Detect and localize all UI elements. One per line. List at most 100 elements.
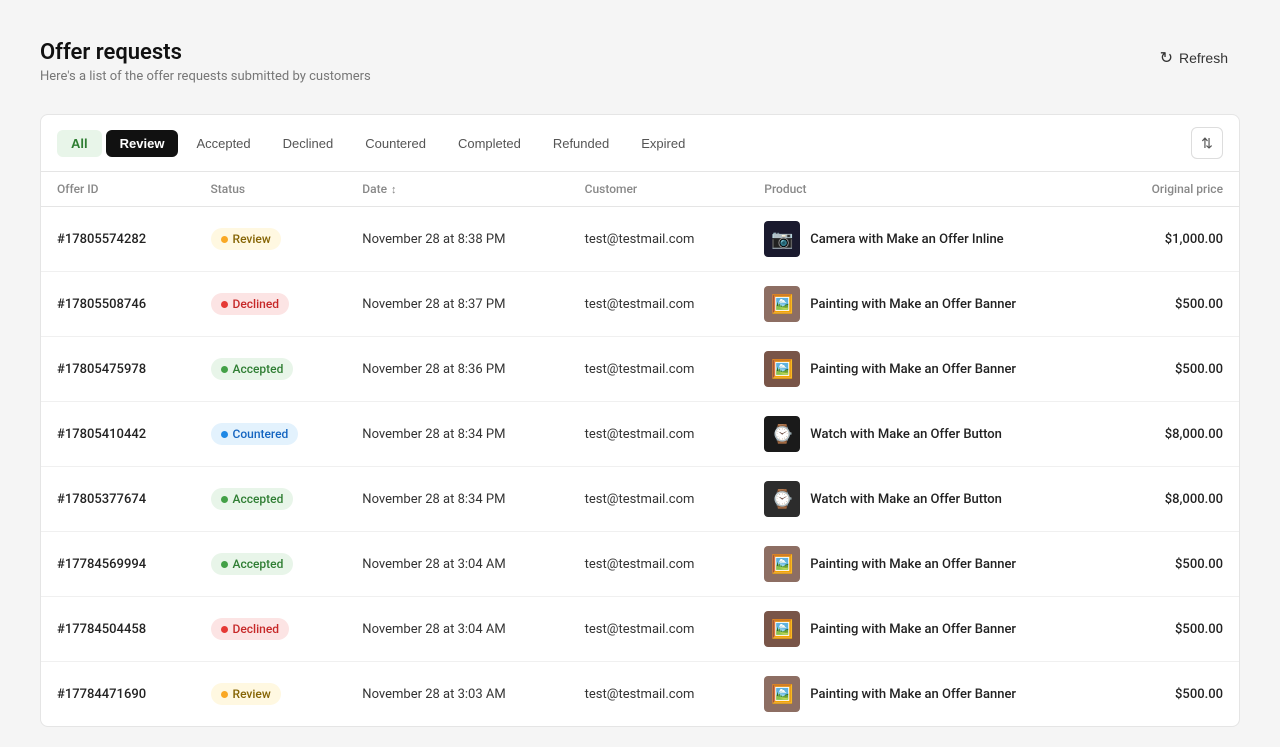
status-badge: Accepted bbox=[211, 553, 294, 575]
price-cell: $1,000.00 bbox=[1108, 207, 1239, 272]
status-dot bbox=[221, 366, 228, 373]
date-cell: November 28 at 3:04 AM bbox=[346, 532, 568, 597]
status-dot bbox=[221, 236, 228, 243]
offer-id-cell: #17805475978 bbox=[41, 337, 195, 402]
col-product: Product bbox=[748, 172, 1108, 207]
tab-completed[interactable]: Completed bbox=[444, 130, 535, 157]
refresh-label: Refresh bbox=[1179, 50, 1228, 66]
offers-table: Offer ID Status Date ↕ Customer Product … bbox=[41, 172, 1239, 726]
price-cell: $500.00 bbox=[1108, 597, 1239, 662]
tab-review[interactable]: Review bbox=[106, 130, 179, 157]
product-name: Watch with Make an Offer Button bbox=[810, 427, 1002, 442]
customer-cell: test@testmail.com bbox=[569, 467, 749, 532]
product-cell: 🖼️ Painting with Make an Offer Banner bbox=[748, 532, 1108, 597]
table-row[interactable]: #17805508746 Declined November 28 at 8:3… bbox=[41, 272, 1239, 337]
date-cell: November 28 at 3:04 AM bbox=[346, 597, 568, 662]
status-cell: Countered bbox=[195, 402, 347, 467]
tabs-left: All Review Accepted Declined Countered C… bbox=[57, 130, 699, 157]
main-card: All Review Accepted Declined Countered C… bbox=[40, 114, 1240, 727]
status-dot bbox=[221, 691, 228, 698]
tab-declined[interactable]: Declined bbox=[269, 130, 348, 157]
status-cell: Declined bbox=[195, 597, 347, 662]
product-cell: ⌚ Watch with Make an Offer Button bbox=[748, 402, 1108, 467]
status-badge: Review bbox=[211, 228, 281, 250]
customer-cell: test@testmail.com bbox=[569, 402, 749, 467]
header-left: Offer requests Here's a list of the offe… bbox=[40, 40, 371, 84]
table-row[interactable]: #17784471690 Review November 28 at 3:03 … bbox=[41, 662, 1239, 727]
price-cell: $8,000.00 bbox=[1108, 402, 1239, 467]
status-dot bbox=[221, 626, 228, 633]
product-name: Painting with Make an Offer Banner bbox=[810, 557, 1016, 572]
tab-all[interactable]: All bbox=[57, 130, 102, 157]
date-cell: November 28 at 3:03 AM bbox=[346, 662, 568, 727]
table-row[interactable]: #17784569994 Accepted November 28 at 3:0… bbox=[41, 532, 1239, 597]
offer-id-cell: #17784569994 bbox=[41, 532, 195, 597]
sort-icon: ⇅ bbox=[1201, 135, 1213, 152]
table-row[interactable]: #17805377674 Accepted November 28 at 8:3… bbox=[41, 467, 1239, 532]
col-customer: Customer bbox=[569, 172, 749, 207]
table-row[interactable]: #17805574282 Review November 28 at 8:38 … bbox=[41, 207, 1239, 272]
product-name: Camera with Make an Offer Inline bbox=[810, 232, 1003, 247]
status-cell: Review bbox=[195, 662, 347, 727]
product-image: ⌚ bbox=[764, 481, 800, 517]
status-dot bbox=[221, 301, 228, 308]
product-image: 🖼️ bbox=[764, 286, 800, 322]
col-status: Status bbox=[195, 172, 347, 207]
date-cell: November 28 at 8:36 PM bbox=[346, 337, 568, 402]
product-name: Painting with Make an Offer Banner bbox=[810, 297, 1016, 312]
table-row[interactable]: #17784504458 Declined November 28 at 3:0… bbox=[41, 597, 1239, 662]
price-cell: $500.00 bbox=[1108, 532, 1239, 597]
tab-countered[interactable]: Countered bbox=[351, 130, 440, 157]
tab-refunded[interactable]: Refunded bbox=[539, 130, 623, 157]
product-image: 🖼️ bbox=[764, 546, 800, 582]
page-title: Offer requests bbox=[40, 40, 371, 65]
product-cell: 🖼️ Painting with Make an Offer Banner bbox=[748, 597, 1108, 662]
product-cell: 🖼️ Painting with Make an Offer Banner bbox=[748, 662, 1108, 727]
status-cell: Review bbox=[195, 207, 347, 272]
status-badge: Declined bbox=[211, 293, 290, 315]
sort-button[interactable]: ⇅ bbox=[1191, 127, 1223, 159]
table-row[interactable]: #17805475978 Accepted November 28 at 8:3… bbox=[41, 337, 1239, 402]
tab-accepted[interactable]: Accepted bbox=[182, 130, 264, 157]
price-cell: $500.00 bbox=[1108, 662, 1239, 727]
table-row[interactable]: #17805410442 Countered November 28 at 8:… bbox=[41, 402, 1239, 467]
date-cell: November 28 at 8:38 PM bbox=[346, 207, 568, 272]
date-cell: November 28 at 8:37 PM bbox=[346, 272, 568, 337]
product-cell: 🖼️ Painting with Make an Offer Banner bbox=[748, 272, 1108, 337]
tab-expired[interactable]: Expired bbox=[627, 130, 699, 157]
customer-cell: test@testmail.com bbox=[569, 272, 749, 337]
customer-cell: test@testmail.com bbox=[569, 532, 749, 597]
product-name: Painting with Make an Offer Banner bbox=[810, 622, 1016, 637]
product-image: 🖼️ bbox=[764, 676, 800, 712]
customer-cell: test@testmail.com bbox=[569, 207, 749, 272]
status-cell: Declined bbox=[195, 272, 347, 337]
col-price: Original price bbox=[1108, 172, 1239, 207]
product-cell: ⌚ Watch with Make an Offer Button bbox=[748, 467, 1108, 532]
refresh-icon: ↻ bbox=[1160, 48, 1173, 68]
page-container: Offer requests Here's a list of the offe… bbox=[0, 0, 1280, 747]
product-cell: 🖼️ Painting with Make an Offer Banner bbox=[748, 337, 1108, 402]
price-cell: $500.00 bbox=[1108, 337, 1239, 402]
status-badge: Declined bbox=[211, 618, 290, 640]
col-offer-id: Offer ID bbox=[41, 172, 195, 207]
product-name: Watch with Make an Offer Button bbox=[810, 492, 1002, 507]
price-cell: $500.00 bbox=[1108, 272, 1239, 337]
offer-id-cell: #17805574282 bbox=[41, 207, 195, 272]
date-cell: November 28 at 8:34 PM bbox=[346, 467, 568, 532]
status-dot bbox=[221, 431, 228, 438]
status-dot bbox=[221, 496, 228, 503]
col-date: Date ↕ bbox=[346, 172, 568, 207]
status-cell: Accepted bbox=[195, 532, 347, 597]
status-badge: Review bbox=[211, 683, 281, 705]
offer-id-cell: #17784471690 bbox=[41, 662, 195, 727]
refresh-button[interactable]: ↻ Refresh bbox=[1148, 40, 1240, 76]
status-badge: Accepted bbox=[211, 358, 294, 380]
price-cell: $8,000.00 bbox=[1108, 467, 1239, 532]
status-cell: Accepted bbox=[195, 467, 347, 532]
customer-cell: test@testmail.com bbox=[569, 662, 749, 727]
date-cell: November 28 at 8:34 PM bbox=[346, 402, 568, 467]
status-cell: Accepted bbox=[195, 337, 347, 402]
status-dot bbox=[221, 561, 228, 568]
offer-id-cell: #17805410442 bbox=[41, 402, 195, 467]
product-image: 📷 bbox=[764, 221, 800, 257]
